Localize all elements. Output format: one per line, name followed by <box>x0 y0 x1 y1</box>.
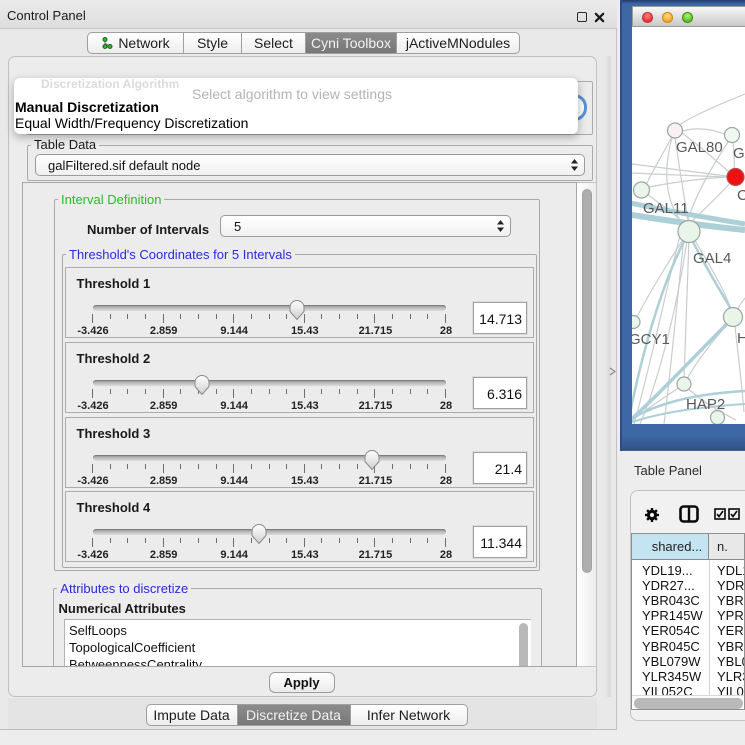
svg-text:GCY1: GCY1 <box>632 331 670 348</box>
svg-text:GAL80: GAL80 <box>676 139 723 156</box>
svg-text:GAL4: GAL4 <box>693 250 731 267</box>
svg-text:C: C <box>737 187 745 204</box>
svg-text:GAL11: GAL11 <box>643 200 689 217</box>
svg-text:GA: GA <box>733 145 745 162</box>
svg-text:HAP2: HAP2 <box>686 396 725 413</box>
svg-text:H: H <box>737 330 745 347</box>
